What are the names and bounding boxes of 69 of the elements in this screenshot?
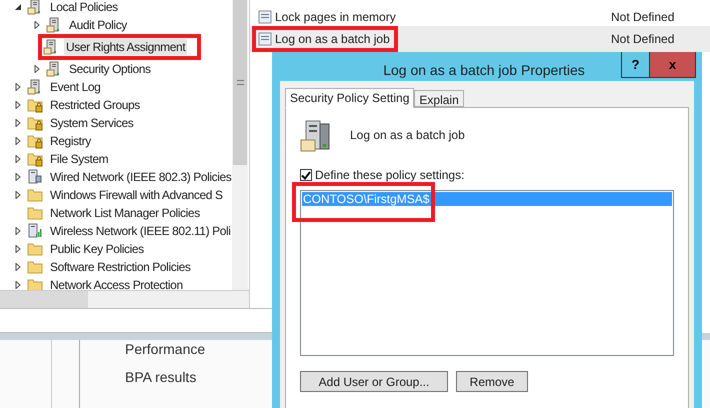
tree-item[interactable]: User Rights Assignment	[64, 39, 188, 55]
tree-item[interactable]: Network Access Protection	[48, 277, 185, 290]
horizontal-scrollbar[interactable]	[0, 290, 249, 308]
expanded-arrow-icon[interactable]	[14, 3, 22, 11]
policy-icon	[43, 39, 59, 55]
tree-item[interactable]: Public Key Policies	[48, 241, 146, 257]
collapsed-arrow-icon[interactable]	[14, 155, 22, 163]
tree-item[interactable]: Software Restriction Policies	[48, 259, 192, 275]
locked-folder-icon	[27, 97, 43, 113]
tree-item[interactable]: Audit Policy	[67, 17, 129, 33]
tree-item[interactable]: Network List Manager Policies	[48, 205, 202, 221]
policy-setting: Not Defined	[611, 31, 676, 48]
collapsed-arrow-icon[interactable]	[14, 191, 22, 199]
folder-icon	[27, 241, 43, 257]
dialog-tab[interactable]: Explain	[414, 90, 464, 107]
server-policy-icon	[300, 120, 332, 154]
dialog-title: Log on as a batch job Properties	[382, 61, 586, 80]
policy-icon	[27, 0, 43, 15]
server-manager-link[interactable]: BPA results	[125, 368, 206, 386]
collapsed-arrow-icon[interactable]	[14, 263, 22, 271]
policy-icon	[46, 17, 62, 33]
folder-icon	[27, 259, 43, 275]
close-button[interactable]: x	[650, 52, 696, 78]
policy-icon	[46, 61, 62, 77]
checkmark-icon	[301, 170, 311, 180]
collapsed-arrow-icon[interactable]	[14, 119, 22, 127]
tree-item[interactable]: Wireless Network (IEEE 802.11) Poli	[48, 223, 232, 239]
tree-item[interactable]: Windows Firewall with Advanced S	[48, 187, 225, 203]
collapsed-arrow-icon[interactable]	[33, 65, 41, 73]
policy-name: Lock pages in memory	[275, 9, 396, 26]
tree-item[interactable]: Wired Network (IEEE 802.3) Policies	[48, 169, 232, 185]
policy-setting-icon	[258, 10, 272, 24]
collapsed-arrow-icon[interactable]	[14, 83, 22, 91]
collapsed-arrow-icon[interactable]	[14, 245, 22, 253]
collapsed-arrow-icon[interactable]	[14, 281, 22, 289]
tree-item[interactable]: Registry	[48, 133, 93, 149]
policy-setting-icon	[258, 32, 272, 46]
tree-item[interactable]: System Services	[48, 115, 136, 131]
tree-item[interactable]: Local Policies	[48, 0, 120, 15]
grip-icon	[236, 80, 244, 85]
locked-folder-icon	[27, 151, 43, 167]
wired-network-icon	[27, 169, 43, 185]
folder-icon	[27, 205, 43, 221]
collapsed-arrow-icon[interactable]	[14, 227, 22, 235]
server-manager-link[interactable]: Performance	[125, 340, 206, 358]
collapsed-arrow-icon[interactable]	[14, 137, 22, 145]
collapsed-arrow-icon[interactable]	[14, 173, 22, 181]
locked-folder-icon	[27, 115, 43, 131]
folder-icon	[27, 187, 43, 203]
define-checkbox[interactable]	[300, 169, 312, 181]
define-label: Define these policy settings:	[315, 167, 464, 184]
policy-icon	[27, 79, 43, 95]
wireless-network-icon	[27, 223, 43, 239]
policy-row[interactable]: Lock pages in memory Not Defined	[250, 8, 710, 26]
policy-row[interactable]: Log on as a batch job Not Defined	[250, 26, 710, 52]
tree-item[interactable]: Event Log	[48, 79, 102, 95]
collapsed-arrow-icon[interactable]	[14, 101, 22, 109]
vertical-scrollbar[interactable]	[232, 0, 248, 290]
collapsed-arrow-icon[interactable]	[33, 21, 41, 29]
locked-folder-icon	[27, 133, 43, 149]
dialog-tab[interactable]: Security Policy Setting	[285, 88, 414, 108]
dialog-button[interactable]: Remove	[456, 371, 528, 392]
dialog-button[interactable]: Add User or Group...	[300, 371, 448, 392]
policy-title: Log on as a batch job	[350, 127, 465, 144]
policy-setting: Not Defined	[611, 9, 676, 26]
tree-item[interactable]: Restricted Groups	[48, 97, 142, 113]
policy-name: Log on as a batch job	[275, 31, 390, 48]
tree-item[interactable]: File System	[48, 151, 110, 167]
tree-item[interactable]: Security Options	[67, 61, 153, 77]
